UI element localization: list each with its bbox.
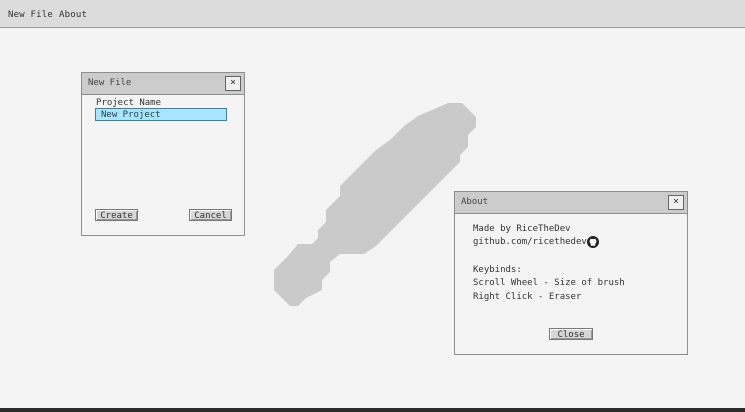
create-button[interactable]: Create	[95, 209, 138, 221]
new-file-dialog: New File × Project Name Create Cancel	[81, 72, 245, 236]
new-file-titlebar[interactable]: New File ×	[82, 73, 244, 95]
made-by-text: Made by RiceTheDev	[473, 224, 571, 234]
keybind-scroll-wheel: Scroll Wheel - Size of brush	[473, 278, 625, 288]
github-icon[interactable]	[587, 236, 599, 248]
bottom-edge	[0, 408, 745, 412]
project-name-input[interactable]	[95, 108, 227, 121]
new-file-title: New File	[88, 78, 132, 88]
about-dialog: About × Made by RiceTheDev github.com/ri…	[454, 191, 688, 355]
cancel-button[interactable]: Cancel	[189, 209, 232, 221]
close-button[interactable]: Close	[549, 328, 593, 340]
about-close-icon[interactable]: ×	[668, 195, 684, 210]
keybind-right-click: Right Click - Eraser	[473, 292, 582, 302]
about-title: About	[461, 197, 489, 207]
brush-stroke	[274, 103, 476, 306]
keybinds-heading: Keybinds:	[473, 265, 522, 275]
github-link[interactable]: github.com/ricethedev	[473, 236, 587, 248]
about-titlebar[interactable]: About ×	[455, 192, 687, 214]
new-file-close-icon[interactable]: ×	[225, 76, 241, 91]
